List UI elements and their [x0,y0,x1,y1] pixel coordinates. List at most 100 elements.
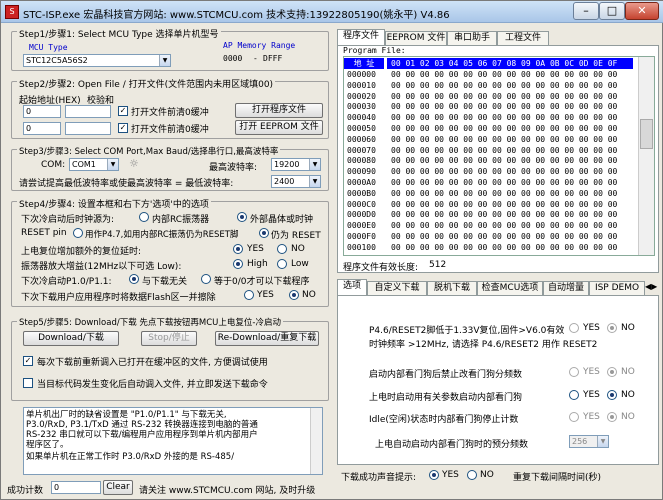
tab-project-file[interactable]: 工程文件 [497,31,549,45]
start-address-input-1[interactable]: 0 [23,105,61,118]
beep-yes-radio[interactable] [429,470,439,480]
gain-high-label: High [247,259,268,269]
hex-row-data: 00 00 00 00 00 00 00 00 00 00 00 00 00 0… [391,113,618,123]
maximize-button[interactable]: □ [599,2,625,20]
window-title: STC-ISP.exe 宏晶科技官方网站: www.STCMCU.com 技术支… [23,10,450,21]
start-address-input-2[interactable]: 0 [23,122,61,135]
minimize-button[interactable]: – [573,2,599,20]
clear-buffer-checkbox-1[interactable]: ✓ [118,106,128,116]
auto-load-checkbox[interactable] [23,378,33,388]
stop-button[interactable]: Stop/停止 [141,331,197,346]
hex-scrollbar[interactable] [638,57,654,255]
wdt-idle-yes-radio[interactable] [569,412,579,422]
max-baud-select[interactable]: 19200 ▼ [271,158,321,171]
auto-load-label: 当目标代码发生变化后自动调入文件, 并立即发送下载命令 [37,380,268,390]
wdt-lock-no-radio[interactable] [607,367,617,377]
tab-check-mcu-options[interactable]: 检查MCU选项 [477,281,543,295]
hex-address-header: 地 址 [344,58,384,69]
success-count-field: 0 [51,481,101,494]
console-line: 如果单片机在正常工作时 P3.0/RxD 外接的是 RS-485/ [26,452,235,462]
tab-custom-download[interactable]: 自定义下载 [367,281,427,295]
osc-label: 下次冷启动后时钟源为: [21,215,115,225]
reset-p47-radio[interactable] [73,228,83,238]
reset-keep-radio[interactable] [259,228,269,238]
open-program-file-button[interactable]: 打开程序文件 [235,103,323,118]
console-line: 程序区了。 [26,440,69,450]
hex-row-address: 000000 [347,70,376,79]
gain-high-radio[interactable] [233,259,243,269]
wdt-poweron-no-radio[interactable] [607,390,617,400]
console-scrollbar[interactable] [310,408,322,474]
reset-delay-no-radio[interactable] [277,244,287,254]
reset-delay-yes-label: YES [247,244,264,254]
wdt-poweron-label: 上电时启动用有关参数启动内部看门狗 [369,393,523,403]
reset2-yes-radio[interactable] [569,323,579,333]
hex-row-address: 000060 [347,134,376,144]
chevron-down-icon: ▼ [597,436,608,447]
tab-auto-increment[interactable]: 自动增量 [543,281,589,295]
reset-delay-yes-radio[interactable] [233,244,243,254]
step1-legend: Step1/步骤1: Select MCU Type 选择单片机型号 [17,27,221,40]
wdt-idle-label: Idle(空闲)状态时内部看门狗停止计数 [369,415,519,425]
wdt-prescale-label: 上电自动启动内部看门狗时的预分频数 [375,440,529,450]
tab-serial-assistant[interactable]: 串口助手 [447,31,497,45]
erase-no-radio[interactable] [289,290,299,300]
success-count-label: 成功计数 [7,486,44,496]
min-baud-select[interactable]: 2400 ▼ [271,175,321,188]
repeat-interval-label: 重复下载间隔时间(秒) [513,473,602,483]
hex-columns-header: 00 01 02 03 04 05 06 07 08 09 0A 0B 0C 0… [387,58,633,69]
step2-legend: Step2/步骤2: Open File / 打开文件(文件范围内未用区域填00… [17,77,276,90]
message-console[interactable]: 单片机出厂时的缺省设置是 "P1.0/P1.1" 与下载无关, P3.0/RxD… [23,407,323,475]
tab-eeprom-file[interactable]: EEPROM 文件 [385,31,447,45]
open-eeprom-file-button[interactable]: 打开 EEPROM 文件 [235,120,323,135]
hex-row-address: 0000C0 [347,199,376,209]
checksum-length-value: 512 [429,260,447,270]
wdt-idle-no-radio[interactable] [607,412,617,422]
p10-zero-radio[interactable] [201,274,211,284]
erase-yes-radio[interactable] [244,290,254,300]
max-baud-label: 最高波特率: [209,163,258,173]
clear-buffer-checkbox-2[interactable]: ✓ [118,123,128,133]
wdt-lock-yes-radio[interactable] [569,367,579,377]
tab-offline-download[interactable]: 脱机下载 [427,281,477,295]
gain-low-radio[interactable] [277,259,287,269]
erase-flash-label: 下次下载用户应用程序时将数据Flash区一并擦除 [21,293,216,303]
reset-p47-label: 用作P4.7,如用内部RC振荡仍为RESET脚 [85,230,239,240]
hex-row-data: 00 00 00 00 00 00 00 00 00 00 00 00 00 0… [391,80,618,90]
redownload-button[interactable]: Re-Download/重复下载 [215,331,319,346]
hex-row-address: 0000D0 [347,210,376,220]
hex-row-address: 000020 [347,91,376,101]
chevron-down-icon: ▼ [309,176,320,187]
reload-file-checkbox[interactable]: ✓ [23,356,33,366]
tab-program-file[interactable]: 程序文件 [337,29,385,45]
tab-options[interactable]: 选项 [337,279,367,295]
sun-icon: ☼ [129,157,139,170]
beep-no-radio[interactable] [467,470,477,480]
p10-unrelated-radio[interactable] [129,274,139,284]
hex-row-data: 00 00 00 00 00 00 00 00 00 00 00 00 00 0… [391,134,618,144]
gain-low-label: Low [291,259,309,269]
osc-external-radio[interactable] [237,212,247,222]
tab-scroll-icon[interactable]: ◀▶ [645,282,657,291]
console-line: 单片机出厂时的缺省设置是 "P1.0/P1.1" 与下载无关, [26,410,227,420]
hex-row-address: 0000E0 [347,221,376,231]
mcu-type-select[interactable]: STC12C5A56S2 ▼ [23,54,171,67]
osc-internal-radio[interactable] [139,212,149,222]
wdt-prescale-select[interactable]: 256 ▼ [569,435,609,448]
reset-pin-label: RESET pin [21,228,67,238]
tab-isp-demo[interactable]: ISP DEMO [589,281,645,295]
title-bar: S STC-ISP.exe 宏晶科技官方网站: www.STCMCU.com 技… [1,1,663,23]
close-button[interactable]: ✕ [625,2,659,20]
wdt-poweron-yes-radio[interactable] [569,390,579,400]
download-button[interactable]: Download/下载 [23,331,119,346]
hex-scroll-thumb[interactable] [640,119,653,149]
step3-legend: Step3/步骤3: Select COM Port,Max Baud/选择串行… [17,145,281,157]
clear-count-button[interactable]: Clear [103,480,133,495]
chevron-down-icon: ▼ [159,55,170,66]
osc-internal-label: 内部RC振荡器 [152,215,210,225]
reset2-no-radio[interactable] [607,323,617,333]
wdt-poweron-yes-label: YES [583,390,600,400]
program-file-label: Program File: [343,46,406,55]
com-port-select[interactable]: COM1 ▼ [69,158,119,171]
checksum-field-2 [65,122,111,135]
